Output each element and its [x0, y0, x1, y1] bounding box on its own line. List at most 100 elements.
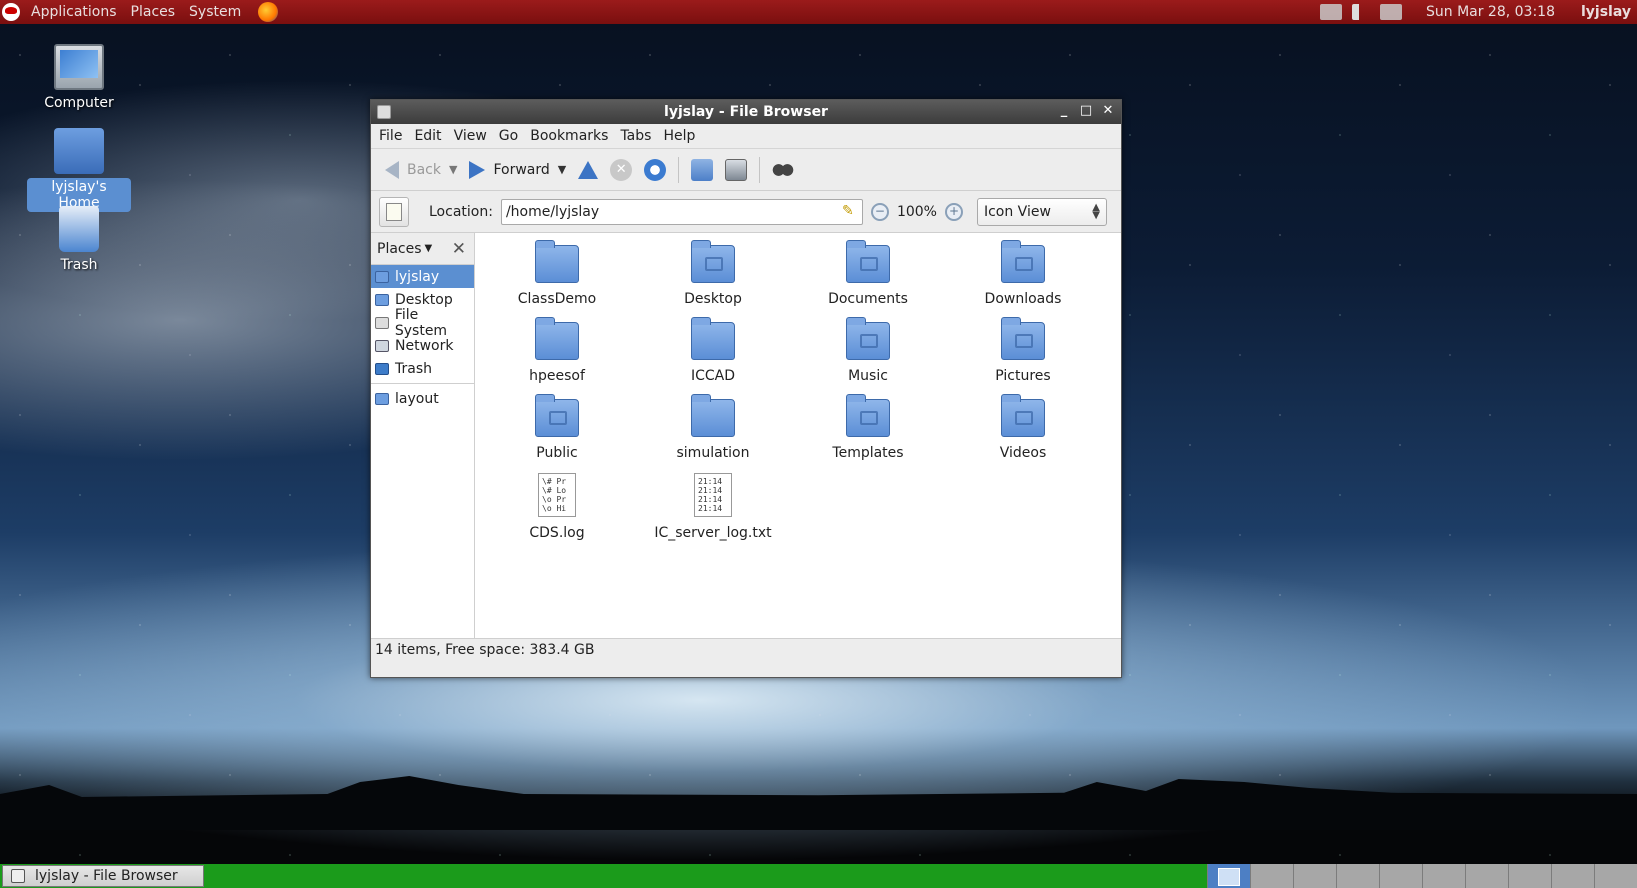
file-item[interactable]: Downloads [948, 240, 1098, 307]
close-sidebar-icon[interactable]: ✕ [452, 239, 466, 259]
file-item[interactable]: Desktop [638, 240, 788, 307]
file-item[interactable]: ClassDemo [482, 240, 632, 307]
volume-icon[interactable] [1351, 4, 1370, 20]
menu-file[interactable]: File [375, 128, 408, 144]
places-menu[interactable]: Places [126, 4, 185, 20]
back-arrow-icon [385, 160, 399, 179]
forward-arrow-icon [469, 160, 486, 179]
location-input[interactable]: /home/lyjslay ✎ [500, 198, 863, 225]
network-icon [375, 339, 389, 352]
sidebar-item-layout[interactable]: layout [371, 387, 474, 410]
search-icon[interactable] [772, 158, 795, 181]
distro-logo-icon[interactable] [2, 3, 20, 21]
clear-broom-icon[interactable]: ✎ [842, 203, 858, 221]
sidebar-item-filesystem[interactable]: File System [371, 307, 474, 339]
desktop-icon-label: Computer [44, 95, 114, 111]
home-folder-icon [54, 128, 104, 174]
documents-folder-icon [846, 240, 890, 283]
file-name: Desktop [684, 291, 742, 307]
reload-icon[interactable] [644, 158, 667, 181]
up-icon[interactable] [578, 160, 599, 179]
minimize-icon[interactable]: _ [1057, 102, 1071, 120]
forward-button[interactable]: Forward ▼ [463, 155, 572, 185]
file-browser-window: lyjslay - File Browser _ □ ✕ File Edit V… [370, 99, 1122, 678]
taskbar-item-file-browser[interactable]: lyjslay - File Browser [2, 865, 204, 887]
drive-icon [375, 316, 389, 329]
file-name: Documents [828, 291, 908, 307]
workspace-8[interactable] [1508, 864, 1551, 888]
window-titlebar[interactable]: lyjslay - File Browser _ □ ✕ [371, 100, 1121, 124]
file-item[interactable]: Pictures [948, 317, 1098, 384]
sidebar-item-trash[interactable]: Trash [371, 357, 474, 380]
window-icon [11, 869, 25, 883]
file-item[interactable]: Music [793, 317, 943, 384]
zoom-out-icon[interactable]: − [870, 202, 889, 221]
workspace-3[interactable] [1293, 864, 1336, 888]
sidebar-item-home[interactable]: lyjslay [371, 265, 474, 288]
menu-go[interactable]: Go [495, 128, 524, 144]
file-name: CDS.log [529, 525, 585, 541]
removable-drive-icon[interactable] [1319, 4, 1342, 20]
desktop-icon-label: Trash [60, 257, 98, 273]
close-icon[interactable]: ✕ [1101, 102, 1115, 120]
back-label: Back [407, 161, 441, 178]
workspace-7[interactable] [1465, 864, 1508, 888]
clock[interactable]: Sun Mar 28, 03:18 [1426, 4, 1555, 20]
trash-icon [59, 206, 99, 252]
chevron-down-icon[interactable]: ▼ [425, 243, 433, 254]
desktop-icon-trash[interactable]: Trash [27, 206, 131, 274]
view-mode-select[interactable]: Icon View ▲ ▼ [976, 197, 1107, 226]
file-item[interactable]: 21:14 21:14 21:14 21:14 IC_server_log.tx… [638, 473, 788, 541]
file-item[interactable]: simulation [638, 394, 788, 461]
file-name: Music [848, 368, 888, 384]
menu-tabs[interactable]: Tabs [616, 128, 657, 144]
music-folder-icon [846, 317, 890, 360]
select-arrows-icon: ▲ ▼ [1092, 201, 1100, 221]
workspace-5[interactable] [1379, 864, 1422, 888]
computer-icon[interactable] [725, 158, 748, 181]
workspace-10[interactable] [1594, 864, 1637, 888]
file-item[interactable]: Templates [793, 394, 943, 461]
zoom-in-icon[interactable]: + [944, 202, 963, 221]
toolbar: Back ▼ Forward ▼ ✕ [371, 149, 1121, 191]
file-item[interactable]: Public [482, 394, 632, 461]
applications-menu[interactable]: Applications [26, 4, 126, 20]
menu-bookmarks[interactable]: Bookmarks [526, 128, 614, 144]
menu-help[interactable]: Help [659, 128, 701, 144]
workspace-2[interactable] [1250, 864, 1293, 888]
workspace-6[interactable] [1422, 864, 1465, 888]
maximize-icon[interactable]: □ [1079, 102, 1093, 120]
desktop-icon-home[interactable]: lyjslay's Home [27, 128, 131, 212]
stop-icon[interactable]: ✕ [610, 158, 633, 181]
pictures-folder-icon [1001, 317, 1045, 360]
back-button[interactable]: Back ▼ [379, 155, 463, 185]
file-icon-view[interactable]: ClassDemo Desktop Documents Downloads hp… [475, 233, 1121, 638]
file-item[interactable]: hpeesof [482, 317, 632, 384]
folder-icon [691, 317, 735, 360]
status-bar: 14 items, Free space: 383.4 GB [371, 638, 1121, 660]
firefox-launcher-icon[interactable] [258, 2, 279, 22]
workspace-1[interactable] [1207, 864, 1250, 888]
menu-edit[interactable]: Edit [410, 128, 447, 144]
workspace-9[interactable] [1551, 864, 1594, 888]
file-item[interactable]: \# Pr \# Lo \o Pr \o Hi CDS.log [482, 473, 632, 541]
workspace-4[interactable] [1336, 864, 1379, 888]
system-menu[interactable]: System [184, 4, 250, 20]
window-menu-icon[interactable] [377, 105, 391, 119]
sidebar: Places ▼ ✕ lyjslay Desktop File System N… [371, 233, 475, 638]
network-icon[interactable] [1379, 4, 1402, 20]
trash-icon [375, 362, 389, 375]
menu-view[interactable]: View [450, 128, 493, 144]
forward-history-dropdown-icon[interactable]: ▼ [558, 163, 566, 176]
sidebar-item-label: Desktop [395, 291, 453, 308]
file-item[interactable]: Videos [948, 394, 1098, 461]
location-toggle-button[interactable] [379, 196, 409, 227]
file-item[interactable]: Documents [793, 240, 943, 307]
back-history-dropdown-icon[interactable]: ▼ [449, 163, 457, 176]
desktop-icon-computer[interactable]: Computer [27, 44, 131, 112]
user-menu[interactable]: lyjslay [1581, 4, 1631, 20]
home-icon[interactable] [691, 158, 714, 181]
text-file-icon: 21:14 21:14 21:14 21:14 [694, 473, 732, 517]
file-item[interactable]: ICCAD [638, 317, 788, 384]
sidebar-mode-select[interactable]: Places [377, 241, 422, 257]
